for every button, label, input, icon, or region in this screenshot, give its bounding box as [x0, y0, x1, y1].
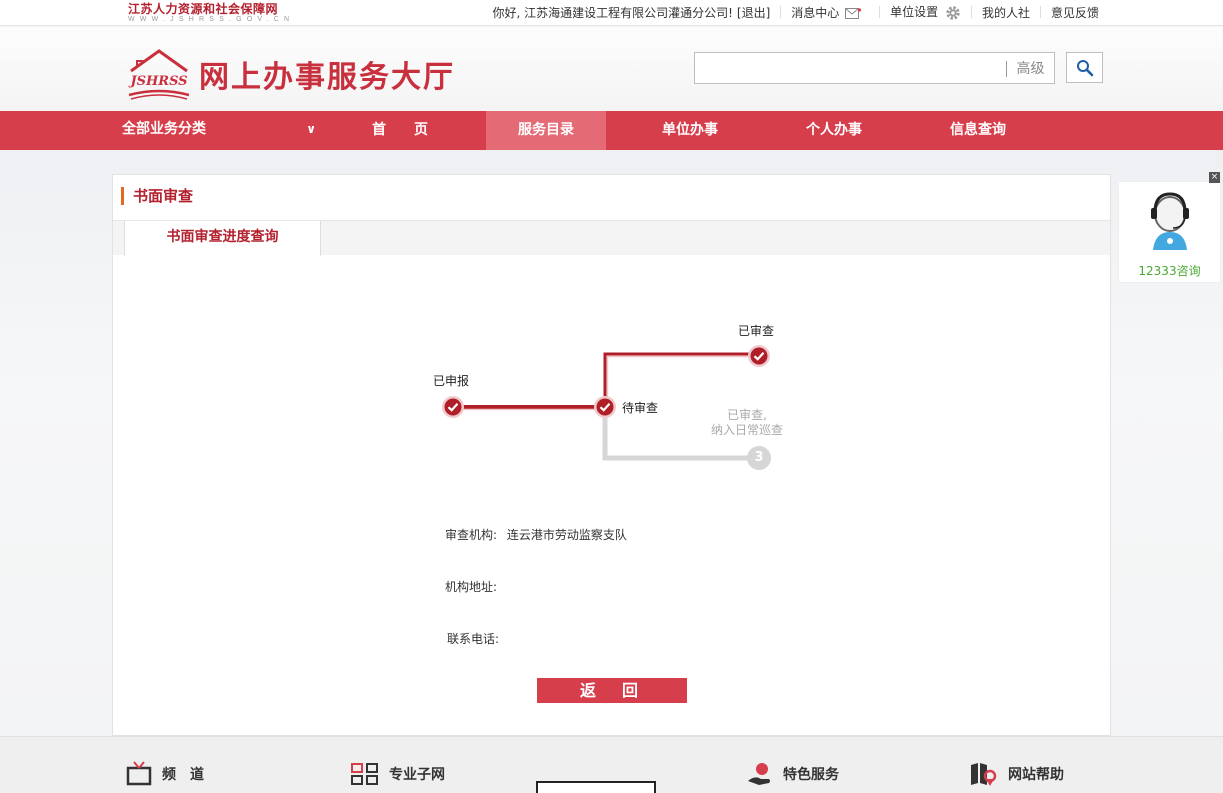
address-label: 机构地址:: [445, 580, 498, 594]
header: JSHRSS 网上办事服务大厅 高级: [0, 27, 1223, 111]
progress-diagram: 3 已申报 待审查 已审查 已审查, 纳入日常巡查: [420, 310, 800, 490]
nav-home[interactable]: 首 页: [340, 111, 460, 150]
step-done-check-icon: [442, 396, 464, 418]
step-done-check-icon: [748, 345, 770, 367]
divider: [780, 6, 782, 18]
step-label-reported: 已申报: [433, 374, 470, 388]
message-center-link[interactable]: 消息中心: [791, 4, 862, 21]
nav-personal-affairs[interactable]: 个人办事: [774, 111, 894, 150]
divider: [879, 6, 881, 18]
all-categories-label: 全部业务分类: [122, 121, 206, 137]
footer-subsites[interactable]: 专业子网: [351, 761, 445, 787]
footer-subsites-label: 专业子网: [389, 767, 445, 783]
back-button[interactable]: 返回: [537, 678, 687, 703]
footer-channels-label: 频 道: [162, 767, 204, 783]
step-label-patrol: 已审查, 纳入日常巡查: [706, 408, 788, 438]
step-label-patrol-line2: 纳入日常巡查: [710, 423, 783, 437]
top-bar: 江苏人力资源和社会保障网 WWW.JSHRSS.GOV.CN 你好, 江苏海通建…: [0, 0, 1223, 26]
footer-special-services-label: 特色服务: [783, 767, 839, 783]
nav-unit-affairs[interactable]: 单位办事: [630, 111, 750, 150]
divider: [1039, 6, 1041, 18]
qr-code: [536, 781, 656, 793]
message-center-label: 消息中心: [791, 5, 840, 20]
unit-settings-link[interactable]: 单位设置: [890, 3, 961, 21]
logo-mark-text: JSHRSS: [127, 74, 187, 89]
nav-service-catalog[interactable]: 服务目录: [486, 111, 606, 150]
consult-widget[interactable]: × 12333咨询: [1118, 172, 1221, 283]
phone-row: 联系电话:: [447, 630, 499, 647]
unit-settings-label: 单位设置: [890, 5, 939, 20]
search-input[interactable]: [699, 57, 999, 79]
mail-icon: [845, 7, 862, 19]
site-brand-url: WWW.JSHRSS.GOV.CN: [128, 16, 295, 23]
tv-icon: [126, 761, 152, 786]
network-icon: [351, 763, 378, 785]
site-logo[interactable]: JSHRSS 网上办事服务大厅: [127, 47, 455, 101]
step-label-patrol-line1: 已审查,: [727, 408, 767, 422]
advanced-search-button[interactable]: 高级: [1006, 61, 1054, 77]
customer-service-icon: [1151, 192, 1189, 250]
agency-label: 审查机构:: [445, 528, 498, 542]
footer-channels[interactable]: 频 道: [126, 761, 204, 787]
close-icon[interactable]: ×: [1209, 172, 1220, 183]
search-icon: [1076, 59, 1093, 76]
search-button[interactable]: [1066, 52, 1103, 83]
tab-review-progress[interactable]: 书面审查进度查询: [124, 221, 321, 256]
step-pending-number: 3: [747, 446, 771, 470]
greeting-text: 你好, 江苏海通建设工程有限公司灌通分公司!: [492, 5, 733, 20]
step-label-reviewed: 已审查: [738, 324, 775, 338]
footer-special-services[interactable]: 特色服务: [747, 761, 839, 787]
agency-value: 连云港市劳动监察支队: [506, 528, 627, 542]
page-title: 书面审查: [121, 187, 193, 205]
divider: [970, 6, 972, 18]
nav-info-query[interactable]: 信息查询: [918, 111, 1038, 150]
site-brand[interactable]: 江苏人力资源和社会保障网 WWW.JSHRSS.GOV.CN: [128, 2, 294, 24]
footer: 频 道 专业子网 特色服务 网站帮助: [0, 736, 1223, 793]
site-brand-name: 江苏人力资源和社会保障网: [128, 2, 279, 16]
site-title: 网上办事服务大厅: [199, 60, 455, 95]
consult-label: 12333咨询: [1138, 264, 1201, 278]
top-links: 你好, 江苏海通建设工程有限公司灌通分公司! [退出] 消息中心 单位设置 我的…: [492, 4, 1099, 20]
all-categories-menu[interactable]: 全部业务分类 ∨: [122, 111, 322, 150]
agency-row: 审查机构: 连云港市劳动监察支队: [445, 526, 627, 543]
service-hand-icon: [748, 763, 770, 785]
logout-link[interactable]: [退出]: [737, 4, 770, 21]
step-label-pending: 待审查: [622, 401, 659, 415]
feedback-link[interactable]: 意见反馈: [1051, 4, 1099, 21]
step-done-check-icon: [594, 396, 616, 418]
search-box: 高级: [694, 52, 1055, 84]
tab-bar: 书面审查进度查询: [113, 220, 1110, 256]
chevron-down-icon: ∨: [306, 122, 316, 136]
phone-label: 联系电话:: [447, 632, 500, 646]
main-nav: 全部业务分类 ∨ 首 页 服务目录 单位办事 个人办事 信息查询: [0, 111, 1223, 150]
address-row: 机构地址:: [445, 578, 497, 595]
house-logo-icon: JSHRSS: [127, 49, 190, 100]
my-hrss-link[interactable]: 我的人社: [982, 4, 1030, 21]
map-pin-icon: [971, 763, 997, 786]
footer-site-help[interactable]: 网站帮助: [970, 761, 1064, 787]
footer-site-help-label: 网站帮助: [1008, 767, 1064, 783]
gear-icon: [946, 6, 960, 20]
